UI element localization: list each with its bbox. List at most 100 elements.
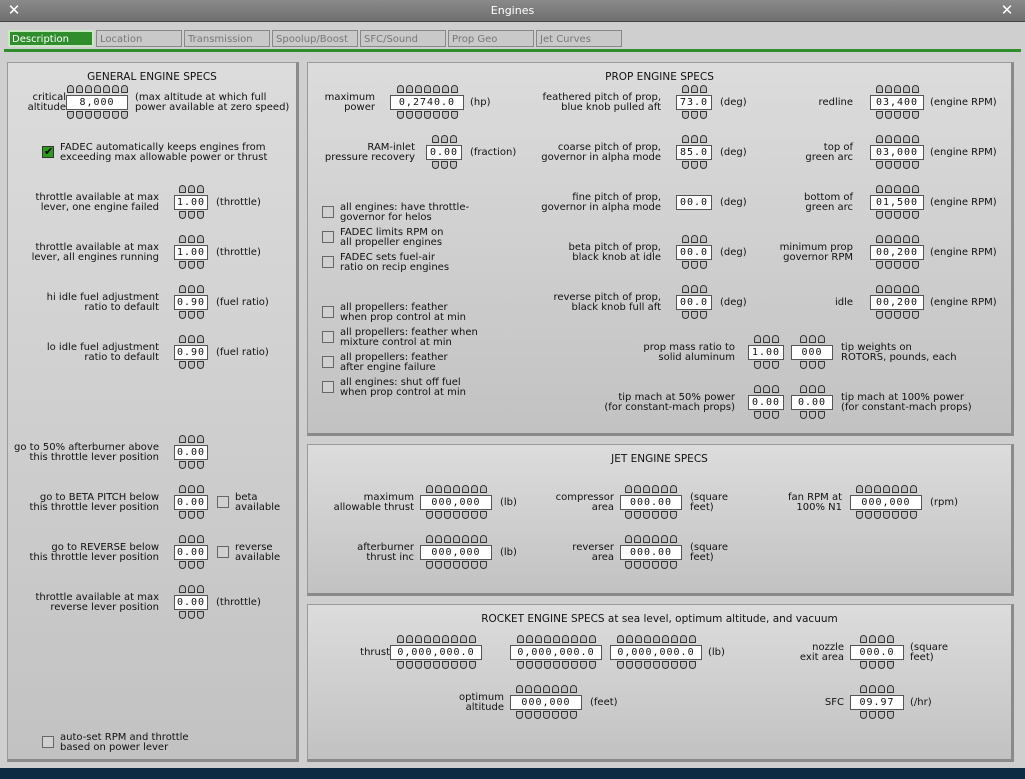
decrement-arrows[interactable] <box>681 261 707 269</box>
spin-down-icon[interactable] <box>432 661 440 669</box>
spin-down-icon[interactable] <box>452 561 460 569</box>
spin-up-icon[interactable] <box>875 285 883 293</box>
spin-down-icon[interactable] <box>699 261 707 269</box>
spin-down-icon[interactable] <box>569 711 577 719</box>
decrement-arrows[interactable] <box>860 711 894 719</box>
increment-arrows[interactable] <box>855 485 917 493</box>
tab-location[interactable]: Location <box>96 30 182 47</box>
spin-up-icon[interactable] <box>911 135 919 143</box>
increment-arrows[interactable] <box>625 485 677 493</box>
spin-down-icon[interactable] <box>515 711 523 719</box>
spin-up-icon[interactable] <box>882 485 890 493</box>
spin-up-icon[interactable] <box>634 485 641 493</box>
spin-up-icon[interactable] <box>196 435 204 443</box>
spin-down-icon[interactable] <box>884 261 892 269</box>
spin-up-icon[interactable] <box>893 235 901 243</box>
spin-up-icon[interactable] <box>178 485 186 493</box>
spin-down-icon[interactable] <box>443 561 451 569</box>
spin-down-icon[interactable] <box>799 411 807 419</box>
spin-down-icon[interactable] <box>661 661 669 669</box>
spin-up-icon[interactable] <box>196 535 204 543</box>
spin-up-icon[interactable] <box>405 85 413 93</box>
spin-down-icon[interactable] <box>869 711 876 719</box>
spin-down-icon[interactable] <box>178 211 186 219</box>
spin-up-icon[interactable] <box>405 635 413 643</box>
spin-up-icon[interactable] <box>187 435 195 443</box>
tab-sfc-sound[interactable]: SFC/Sound <box>360 30 446 47</box>
spin-up-icon[interactable] <box>120 85 128 93</box>
spin-up-icon[interactable] <box>911 235 919 243</box>
spin-up-icon[interactable] <box>670 635 678 643</box>
decrement-arrows[interactable] <box>66 111 128 119</box>
spin-up-icon[interactable] <box>561 635 569 643</box>
spin-up-icon[interactable] <box>875 185 883 193</box>
coarse-pitch-input[interactable]: 85.0 <box>676 145 712 160</box>
spin-up-icon[interactable] <box>524 685 532 693</box>
spin-down-icon[interactable] <box>875 161 883 169</box>
spin-up-icon[interactable] <box>884 135 892 143</box>
spin-up-icon[interactable] <box>884 285 892 293</box>
spin-down-icon[interactable] <box>909 511 917 519</box>
spin-up-icon[interactable] <box>111 85 119 93</box>
spin-down-icon[interactable] <box>102 111 110 119</box>
spin-up-icon[interactable] <box>893 135 901 143</box>
spin-up-icon[interactable] <box>187 585 195 593</box>
ram-inlet-input[interactable]: 0.00 <box>426 145 462 160</box>
spin-up-icon[interactable] <box>875 235 883 243</box>
increment-arrows[interactable] <box>875 185 919 193</box>
decrement-arrows[interactable] <box>431 161 457 169</box>
spin-up-icon[interactable] <box>525 635 533 643</box>
spin-up-icon[interactable] <box>196 185 204 193</box>
increment-arrows[interactable] <box>616 635 696 643</box>
spin-down-icon[interactable] <box>878 711 885 719</box>
spin-down-icon[interactable] <box>187 611 195 619</box>
tab-transmission[interactable]: Transmission <box>184 30 270 47</box>
spin-down-icon[interactable] <box>187 511 195 519</box>
decrement-arrows[interactable] <box>178 461 204 469</box>
fan-rpm-input[interactable]: 000,000 <box>850 495 922 510</box>
increment-arrows[interactable] <box>753 335 779 343</box>
spin-down-icon[interactable] <box>893 161 901 169</box>
spin-up-icon[interactable] <box>452 485 460 493</box>
spin-up-icon[interactable] <box>440 135 448 143</box>
spin-up-icon[interactable] <box>670 535 677 543</box>
spin-up-icon[interactable] <box>878 635 885 643</box>
spin-up-icon[interactable] <box>423 85 431 93</box>
spin-down-icon[interactable] <box>459 661 467 669</box>
spin-up-icon[interactable] <box>470 485 478 493</box>
spin-up-icon[interactable] <box>902 135 910 143</box>
decrement-arrows[interactable] <box>396 111 458 119</box>
spin-up-icon[interactable] <box>771 385 779 393</box>
spin-down-icon[interactable] <box>860 711 867 719</box>
spin-down-icon[interactable] <box>450 661 458 669</box>
spin-up-icon[interactable] <box>450 635 458 643</box>
spin-up-icon[interactable] <box>178 535 186 543</box>
spin-up-icon[interactable] <box>869 685 876 693</box>
spin-down-icon[interactable] <box>661 511 668 519</box>
max-power-input[interactable]: 0,2740.0 <box>390 95 464 110</box>
spin-down-icon[interactable] <box>699 311 707 319</box>
spin-up-icon[interactable] <box>560 685 568 693</box>
spin-up-icon[interactable] <box>681 285 689 293</box>
idle-input[interactable]: 00,200 <box>870 295 924 310</box>
increment-arrows[interactable] <box>178 235 204 243</box>
prop-mass-ratio-input[interactable]: 1.00 <box>748 345 784 360</box>
spin-down-icon[interactable] <box>771 361 779 369</box>
spin-up-icon[interactable] <box>423 635 431 643</box>
decrement-arrows[interactable] <box>875 111 919 119</box>
feather-prop-min-checkbox[interactable] <box>322 306 334 318</box>
spin-up-icon[interactable] <box>84 85 92 93</box>
throttle-one-failed-input[interactable]: 1.00 <box>174 195 208 210</box>
increment-arrows[interactable] <box>178 285 204 293</box>
close-icon[interactable]: ✕ <box>999 2 1015 18</box>
spin-down-icon[interactable] <box>625 661 633 669</box>
tab-jet-curves[interactable]: Jet Curves <box>536 30 622 47</box>
spin-up-icon[interactable] <box>911 285 919 293</box>
spin-up-icon[interactable] <box>902 285 910 293</box>
spin-up-icon[interactable] <box>634 535 641 543</box>
spin-up-icon[interactable] <box>893 85 901 93</box>
spin-up-icon[interactable] <box>699 235 707 243</box>
feathered-pitch-input[interactable]: 73.0 <box>676 95 712 110</box>
spin-up-icon[interactable] <box>187 335 195 343</box>
spin-down-icon[interactable] <box>670 661 678 669</box>
